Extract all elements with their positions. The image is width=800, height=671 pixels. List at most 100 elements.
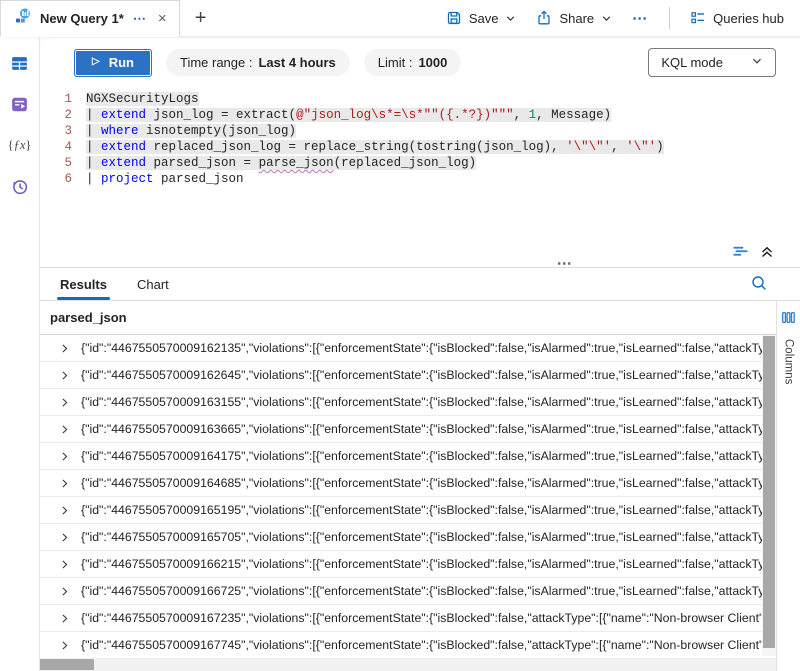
share-button[interactable]: Share [536, 10, 612, 26]
vertical-scrollbar[interactable] [762, 335, 776, 656]
code-line[interactable]: 3| where isnotempty(json_log) [40, 123, 800, 139]
query-editor[interactable]: 1NGXSecurityLogs2| extend json_log = ext… [40, 83, 800, 241]
row-json-text: {"id":"4467550570009165195","violations"… [81, 503, 762, 517]
adx-query-icon [15, 8, 31, 29]
row-json-text: {"id":"4467550570009167745","violations"… [81, 638, 762, 652]
limit-value: 1000 [418, 55, 447, 70]
horizontal-scrollbar-thumb[interactable] [40, 659, 94, 670]
line-number: 2 [40, 107, 72, 123]
line-number: 3 [40, 123, 72, 139]
time-range-pill[interactable]: Time range : Last 4 hours [166, 49, 350, 76]
tab-close-icon[interactable]: × [156, 11, 169, 26]
chevron-down-icon [751, 55, 763, 70]
share-icon [536, 10, 552, 26]
expand-row-icon[interactable] [58, 639, 71, 652]
chevron-down-icon [601, 13, 612, 24]
query-mode-select[interactable]: KQL mode [648, 48, 776, 77]
tab-results[interactable]: Results [60, 268, 107, 300]
columns-side-tab[interactable]: Columns [776, 301, 800, 671]
chevron-down-icon [505, 13, 516, 24]
tab-chart[interactable]: Chart [137, 268, 169, 300]
results-rows: {"id":"4467550570009162135","violations"… [40, 335, 776, 656]
columns-label: Columns [783, 339, 795, 384]
main-area: {ƒx} ▷ Run Time range : Last 4 hours Lim… [0, 37, 800, 671]
more-actions-button[interactable]: ⋯ [632, 9, 649, 27]
expand-row-icon[interactable] [58, 558, 71, 571]
columns-icon [781, 310, 796, 330]
row-json-text: {"id":"4467550570009163155","violations"… [81, 395, 762, 409]
results-panel: Results Chart parsed_json {"id":"4467550… [40, 268, 800, 671]
expand-row-icon[interactable] [58, 504, 71, 517]
share-label: Share [559, 11, 594, 26]
table-row[interactable]: {"id":"4467550570009162135","violations"… [40, 335, 762, 362]
saved-queries-icon[interactable] [10, 94, 30, 114]
new-tab-button[interactable]: + [180, 0, 222, 36]
row-json-text: {"id":"4467550570009162645","violations"… [81, 368, 762, 382]
run-button[interactable]: ▷ Run [74, 49, 152, 77]
table-row[interactable]: {"id":"4467550570009166725","violations"… [40, 578, 762, 605]
results-tabs: Results Chart [40, 268, 800, 301]
row-json-text: {"id":"4467550570009167235","violations"… [81, 611, 762, 625]
row-json-text: {"id":"4467550570009164685","violations"… [81, 476, 762, 490]
tab-more-icon[interactable]: ⋯ [133, 11, 147, 27]
results-body: parsed_json {"id":"4467550570009162135",… [40, 301, 800, 671]
table-row[interactable]: {"id":"4467550570009162645","violations"… [40, 362, 762, 389]
line-number: 4 [40, 139, 72, 155]
save-icon [446, 10, 462, 26]
queries-hub-button[interactable]: Queries hub [690, 10, 784, 26]
code-lines: 1NGXSecurityLogs2| extend json_log = ext… [40, 91, 800, 187]
table-row[interactable]: {"id":"4467550570009165705","violations"… [40, 524, 762, 551]
limit-label: Limit : [378, 55, 413, 70]
line-number: 5 [40, 155, 72, 171]
divider [669, 7, 670, 29]
time-range-label: Time range : [180, 55, 253, 70]
table-row[interactable]: {"id":"4467550570009163665","violations"… [40, 416, 762, 443]
header-actions: Save Share ⋯ [446, 0, 800, 36]
column-header-parsed-json[interactable]: parsed_json [40, 301, 776, 335]
save-button[interactable]: Save [446, 10, 517, 26]
expand-row-icon[interactable] [58, 612, 71, 625]
code-line[interactable]: 4| extend replaced_json_log = replace_st… [40, 139, 800, 155]
results-panel-icon[interactable] [732, 243, 749, 260]
queries-hub-label: Queries hub [713, 11, 784, 26]
code-line[interactable]: 1NGXSecurityLogs [40, 91, 800, 107]
table-row[interactable]: {"id":"4467550570009164685","violations"… [40, 470, 762, 497]
table-row[interactable]: {"id":"4467550570009163155","violations"… [40, 389, 762, 416]
expand-row-icon[interactable] [58, 396, 71, 409]
table-row[interactable]: {"id":"4467550570009167235","violations"… [40, 605, 762, 632]
queries-hub-icon [690, 10, 706, 26]
table-row[interactable]: {"id":"4467550570009166215","violations"… [40, 551, 762, 578]
collapse-panel-icon[interactable] [759, 244, 775, 260]
code-line[interactable]: 6| project parsed_json [40, 171, 800, 187]
limit-pill[interactable]: Limit : 1000 [364, 49, 462, 76]
tables-icon[interactable] [10, 53, 30, 73]
query-mode-value: KQL mode [661, 55, 723, 70]
expand-row-icon[interactable] [58, 585, 71, 598]
editor-splitter: ⋯ [40, 241, 800, 268]
code-line[interactable]: 2| extend json_log = extract(@"json_log\… [40, 107, 800, 123]
table-row[interactable]: {"id":"4467550570009164175","violations"… [40, 443, 762, 470]
expand-row-icon[interactable] [58, 342, 71, 355]
run-label: Run [109, 55, 134, 70]
expand-row-icon[interactable] [58, 531, 71, 544]
table-row[interactable]: {"id":"4467550570009167745","violations"… [40, 632, 762, 656]
expand-row-icon[interactable] [58, 450, 71, 463]
row-json-text: {"id":"4467550570009162135","violations"… [81, 341, 762, 355]
query-history-icon[interactable] [10, 176, 30, 196]
vertical-scrollbar-thumb[interactable] [763, 336, 775, 648]
horizontal-scrollbar[interactable] [40, 658, 776, 671]
query-tab[interactable]: New Query 1* ⋯ × [0, 0, 180, 37]
functions-icon[interactable]: {ƒx} [10, 135, 30, 155]
code-line[interactable]: 5| extend parsed_json = parse_json(repla… [40, 155, 800, 171]
line-number: 1 [40, 91, 72, 107]
query-panel: ▷ Run Time range : Last 4 hours Limit : … [40, 37, 800, 671]
play-icon: ▷ [92, 57, 100, 67]
expand-row-icon[interactable] [58, 423, 71, 436]
table-row[interactable]: {"id":"4467550570009165195","violations"… [40, 497, 762, 524]
search-icon[interactable] [750, 274, 768, 297]
row-json-text: {"id":"4467550570009166725","violations"… [81, 584, 762, 598]
expand-row-icon[interactable] [58, 477, 71, 490]
line-number: 6 [40, 171, 72, 187]
time-range-value: Last 4 hours [258, 55, 335, 70]
expand-row-icon[interactable] [58, 369, 71, 382]
